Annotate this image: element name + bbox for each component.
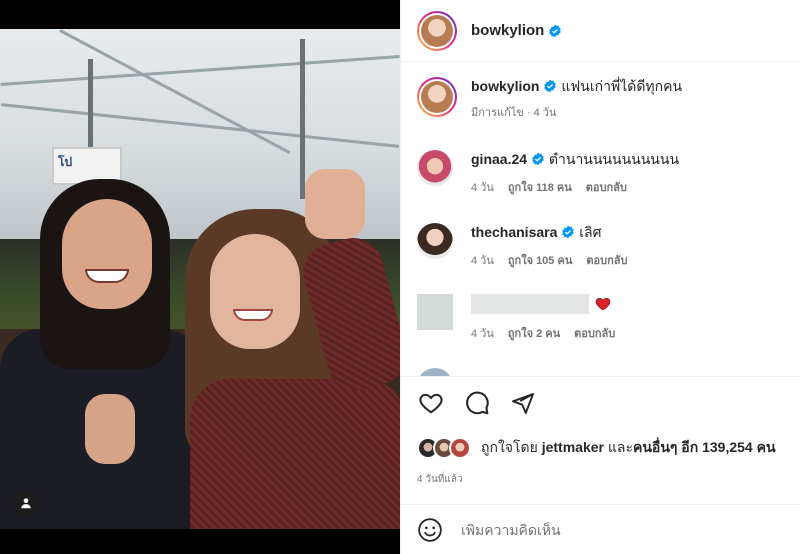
commenter-avatar[interactable] bbox=[417, 150, 453, 186]
person-left bbox=[0, 179, 210, 529]
send-icon bbox=[512, 393, 534, 414]
reply-button[interactable]: ตอบกลับ bbox=[586, 251, 627, 269]
post-timestamp[interactable]: 4 วันที่แล้ว bbox=[417, 472, 463, 487]
likes-others-link[interactable]: คนอื่นๆ อีก 139,254 คน bbox=[633, 439, 776, 455]
comment-row: 4 วัน ถูกใจ 2 คน ตอบกลับ bbox=[401, 294, 800, 342]
caption-avatar[interactable] bbox=[417, 77, 457, 117]
author-avatar[interactable] bbox=[417, 10, 457, 51]
comment-row: thechanisara เลิศ 4 วัน ถูกใจ 105 คน ตอบ… bbox=[401, 223, 800, 269]
comment-time: 4 วัน bbox=[471, 328, 494, 340]
comment-time: 4 วัน bbox=[471, 182, 494, 194]
post-actions bbox=[417, 389, 537, 417]
verified-badge-icon bbox=[543, 79, 557, 93]
comments-list[interactable]: bowkylion แฟนเก่าพี่ได้ดีทุกคน มีการแก้ไ… bbox=[401, 63, 800, 376]
comment-row: ginaa.24 ตำนานนนนนนนนนน 4 วัน ถูกใจ 118 … bbox=[401, 150, 800, 196]
post-side-panel: bowkylion bowkylion แฟนเก่าพี่ได้ดีทุกคน… bbox=[400, 0, 800, 554]
comment-text: เลิศ bbox=[579, 224, 602, 240]
add-comment-bar bbox=[401, 504, 800, 554]
emoji-icon[interactable] bbox=[417, 517, 443, 543]
comment-row-partial bbox=[401, 368, 800, 376]
commenter-avatar[interactable] bbox=[417, 223, 453, 259]
commenter-avatar[interactable] bbox=[417, 368, 453, 376]
comment-username[interactable]: thechanisara bbox=[471, 224, 557, 240]
share-button[interactable] bbox=[509, 389, 537, 417]
author-username[interactable]: bowkylion bbox=[471, 22, 544, 39]
comment-likes[interactable]: ถูกใจ 2 คน bbox=[508, 324, 560, 342]
post-header: bowkylion bbox=[401, 0, 800, 62]
tagged-user-icon[interactable] bbox=[12, 489, 40, 517]
redacted-username bbox=[471, 294, 589, 314]
like-button[interactable] bbox=[417, 389, 445, 417]
caption-meta: มีการแก้ไข · 4 วัน bbox=[471, 107, 557, 119]
reply-button[interactable]: ตอบกลับ bbox=[586, 178, 627, 196]
verified-badge-icon bbox=[548, 24, 562, 38]
comment-likes[interactable]: ถูกใจ 118 คน bbox=[508, 178, 572, 196]
person-right bbox=[185, 169, 400, 529]
comment-likes[interactable]: ถูกใจ 105 คน bbox=[508, 251, 572, 269]
likes-prefix: ถูกใจโดย bbox=[481, 439, 542, 455]
heart-emoji-icon bbox=[595, 296, 611, 312]
comment-username[interactable]: ginaa.24 bbox=[471, 151, 527, 167]
liker-avatars[interactable] bbox=[417, 437, 475, 459]
caption-row: bowkylion แฟนเก่าพี่ได้ดีทุกคน มีการแก้ไ… bbox=[401, 77, 800, 121]
reply-button[interactable]: ตอบกลับ bbox=[574, 324, 615, 342]
add-comment-input[interactable] bbox=[461, 521, 761, 538]
comment-icon bbox=[466, 391, 489, 415]
post-image[interactable]: โป bbox=[0, 29, 400, 529]
comment-text: ตำนานนนนนนนนนน bbox=[548, 151, 680, 167]
heart-icon bbox=[419, 393, 443, 414]
liker-username[interactable]: jettmaker bbox=[542, 439, 604, 455]
caption-text: แฟนเก่าพี่ได้ดีทุกคน bbox=[561, 78, 683, 94]
post-photo-pane: โป bbox=[0, 0, 400, 554]
verified-badge-icon bbox=[531, 152, 545, 166]
comment-time: 4 วัน bbox=[471, 255, 494, 267]
caption-username[interactable]: bowkylion bbox=[471, 78, 539, 94]
comment-button[interactable] bbox=[463, 389, 491, 417]
verified-badge-icon bbox=[561, 225, 575, 239]
redacted-avatar[interactable] bbox=[417, 294, 453, 330]
likes-middle: และ bbox=[603, 439, 633, 455]
likes-summary: ถูกใจโดย jettmaker และคนอื่นๆ อีก 139,25… bbox=[417, 437, 776, 459]
